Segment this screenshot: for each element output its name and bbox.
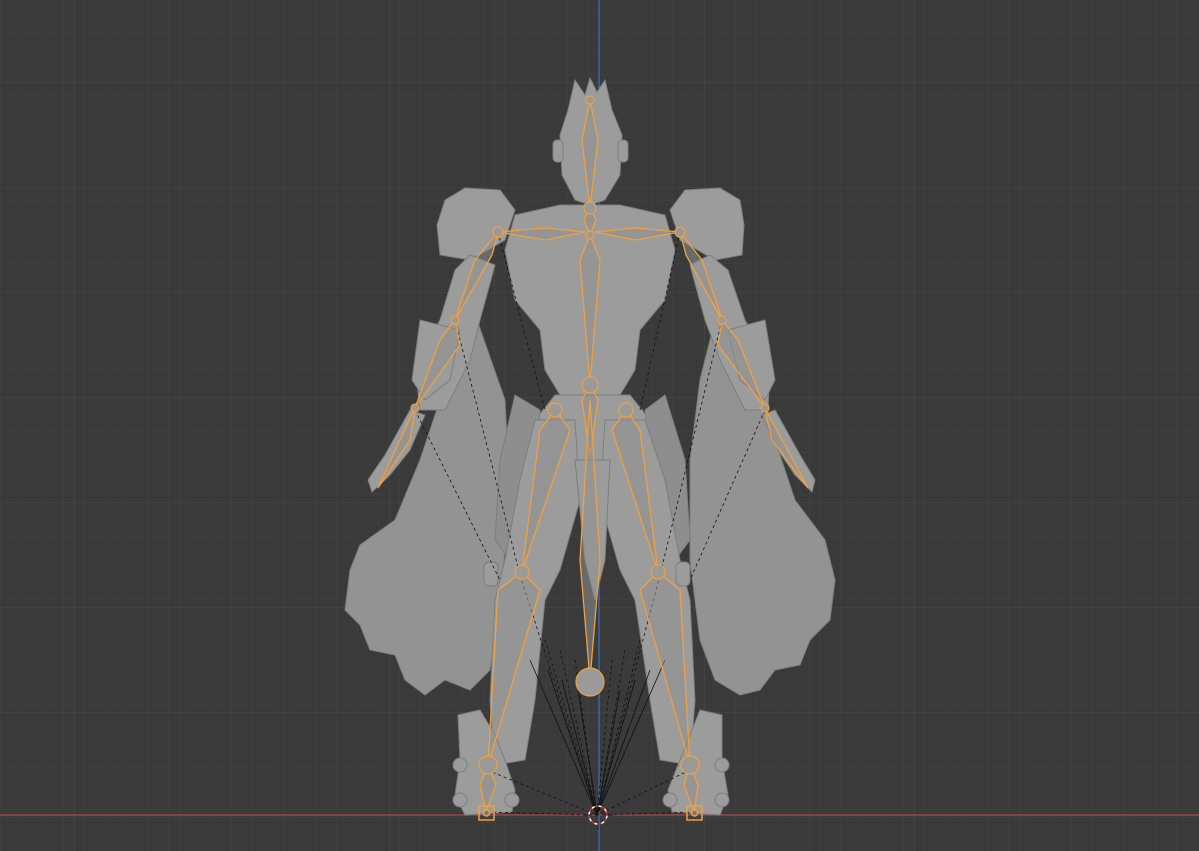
viewport-canvas[interactable] <box>0 0 1199 851</box>
boot-wheel-right-2 <box>714 792 730 808</box>
3d-viewport[interactable] <box>0 0 1199 851</box>
knee-right <box>675 561 691 587</box>
helmet-ear-left <box>552 139 564 163</box>
helmet-ear-right <box>617 139 629 163</box>
boot-wheel-left-1 <box>452 757 468 773</box>
boot-wheel-right-1 <box>714 757 730 773</box>
boot-wheel-right-3 <box>662 792 678 808</box>
boot-wheel-left-2 <box>452 792 468 808</box>
boot-wheel-left-3 <box>504 792 520 808</box>
knee-left <box>483 561 499 587</box>
